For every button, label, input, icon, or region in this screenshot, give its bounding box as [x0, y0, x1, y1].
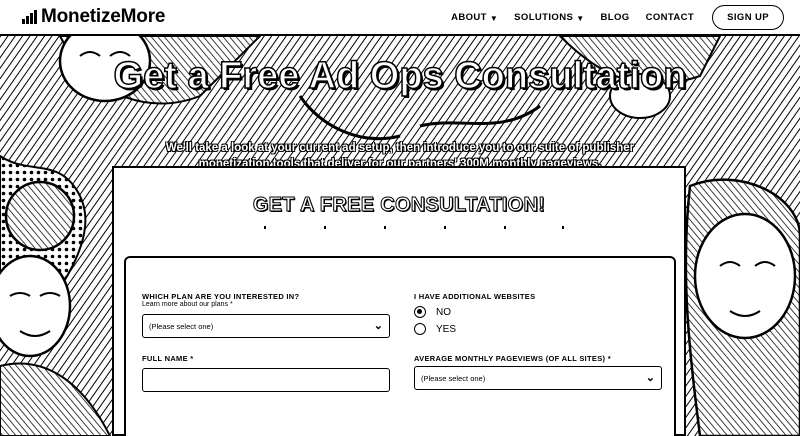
chevron-down-icon: ⌄: [645, 372, 655, 384]
plan-select[interactable]: (Please select one) ⌄: [142, 314, 390, 338]
site-header: MonetizeMore ABOUT ▼ SOLUTIONS ▼ BLOG CO…: [0, 0, 800, 36]
radio-no[interactable]: NO: [414, 306, 451, 318]
learn-plans-link[interactable]: Learn more about our plans *: [142, 301, 233, 308]
nav-about[interactable]: ABOUT ▼: [443, 4, 506, 31]
full-name-input[interactable]: [142, 368, 390, 392]
signup-button[interactable]: SIGN UP: [712, 5, 784, 30]
pageviews-select[interactable]: (Please select one) ⌄: [414, 366, 662, 390]
nav-solutions[interactable]: SOLUTIONS ▼: [506, 4, 592, 31]
bar-chart-logo-icon: [22, 10, 38, 24]
nav-blog-label: BLOG: [600, 12, 630, 23]
pageviews-select-value: (Please select one): [421, 374, 486, 383]
full-name-label: FULL NAME *: [142, 354, 194, 363]
nav-blog[interactable]: BLOG: [593, 4, 638, 31]
chevron-down-icon: ▼: [576, 14, 585, 23]
pageviews-label: AVERAGE MONTHLY PAGEVIEWS (OF ALL SITES)…: [414, 354, 611, 363]
hero-title: Get a Free Ad Ops Consultation: [113, 55, 687, 97]
chevron-down-icon: ▼: [489, 14, 499, 23]
radio-yes-button[interactable]: [414, 323, 426, 335]
chevron-down-icon: ⌄: [373, 320, 383, 332]
consultation-form-card: GET A FREE CONSULTATION! WHICH PLAN ARE …: [112, 166, 686, 436]
form-title: GET A FREE CONSULTATION!: [252, 194, 546, 217]
radio-yes-label: YES: [436, 323, 457, 335]
form-panel: WHICH PLAN ARE YOU INTERESTED IN? Learn …: [124, 256, 676, 436]
plan-select-value: (Please select one): [149, 322, 214, 331]
nav-solutions-label: SOLUTIONS: [514, 12, 574, 23]
logo-text: MonetizeMore: [41, 6, 166, 27]
additional-websites-label: I HAVE ADDITIONAL WEBSITES: [414, 292, 536, 301]
radio-yes[interactable]: YES: [414, 323, 456, 335]
form-divider: [264, 226, 564, 230]
nav-contact-label: CONTACT: [645, 12, 695, 23]
nav-about-label: ABOUT: [451, 12, 487, 23]
plan-label: WHICH PLAN ARE YOU INTERESTED IN?: [142, 292, 300, 301]
nav-contact[interactable]: CONTACT: [638, 4, 703, 31]
logo[interactable]: MonetizeMore: [22, 6, 165, 28]
main-nav: ABOUT ▼ SOLUTIONS ▼ BLOG CONTACT SIGN UP: [443, 4, 784, 31]
radio-no-label: NO: [436, 306, 451, 318]
radio-no-button[interactable]: [414, 306, 426, 318]
